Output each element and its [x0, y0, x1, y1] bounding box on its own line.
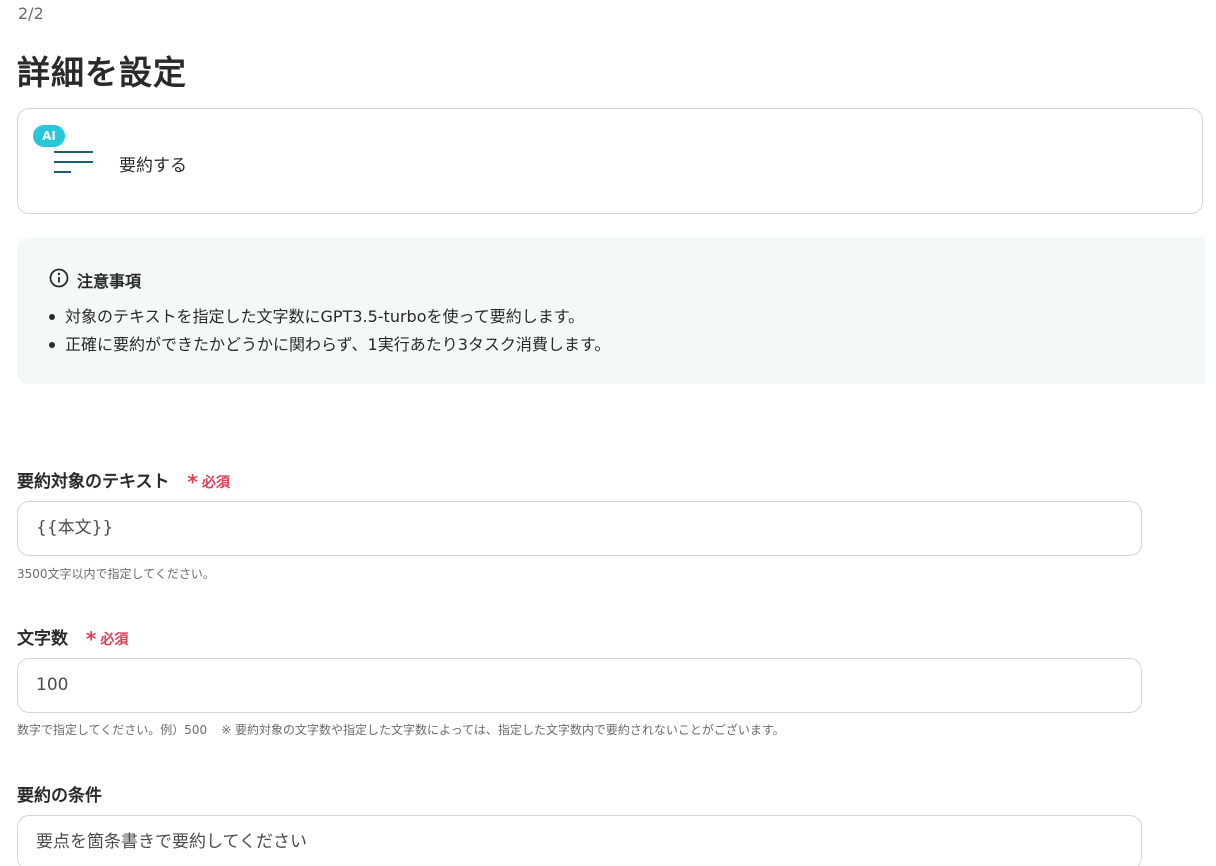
- required-badge: * 必須: [86, 627, 128, 651]
- conditions-label: 要約の条件: [17, 781, 102, 806]
- target-text-input[interactable]: {{本文}}: [17, 501, 1142, 556]
- conditions-input[interactable]: 要点を箇条書きで要約してください: [17, 815, 1142, 866]
- action-card[interactable]: AI 要約する: [17, 108, 1203, 214]
- ai-badge: AI: [33, 125, 65, 147]
- char-count-help: 数字で指定してください。例）500 ※ 要約対象の文字数や指定した文字数によっては…: [17, 721, 785, 738]
- target-text-help: 3500文字以内で指定してください。: [17, 567, 215, 581]
- action-label: 要約する: [119, 156, 187, 176]
- char-count-label: 文字数 * 必須: [17, 624, 128, 651]
- required-star-icon: *: [187, 470, 198, 494]
- notice-item: 正確に要約ができたかどうかに関わらず、1実行あたり3タスク消費します。: [47, 331, 610, 359]
- page: 2/2 詳細を設定 AI 要約する 注意事項 対象のテキストを指定した文字数にG…: [0, 0, 1216, 866]
- target-text-label-text: 要約対象のテキスト: [17, 472, 170, 492]
- char-count-label-text: 文字数: [17, 629, 68, 649]
- char-count-input[interactable]: 100: [17, 658, 1142, 713]
- page-title: 詳細を設定: [17, 53, 187, 92]
- required-text: 必須: [100, 632, 129, 648]
- bullet: [49, 314, 55, 320]
- conditions-label-text: 要約の条件: [17, 786, 102, 806]
- char-count-help-example: 数字で指定してください。例）500: [17, 723, 208, 737]
- char-count-help-note: ※ 要約対象の文字数や指定した文字数によっては、指定した文字数内で要約されないこ…: [221, 723, 785, 737]
- info-circle-icon: [49, 268, 69, 288]
- required-star-icon: *: [85, 627, 97, 651]
- required-badge: * 必須: [187, 470, 229, 494]
- notice-item-text: 対象のテキストを指定した文字数にGPT3.5-turboを使って要約します。: [65, 307, 585, 326]
- required-text: 必須: [201, 475, 230, 491]
- step-indicator: 2/2: [18, 4, 44, 23]
- target-text-label: 要約対象のテキスト * 必須: [17, 467, 230, 494]
- notice-title: 注意事項: [77, 272, 142, 291]
- bullet: [49, 342, 55, 348]
- summary-lines-icon: [54, 151, 93, 173]
- notice-item: 対象のテキストを指定した文字数にGPT3.5-turboを使って要約します。: [47, 303, 610, 331]
- notice-item-text: 正確に要約ができたかどうかに関わらず、1実行あたり3タスク消費します。: [65, 335, 611, 354]
- notice-box: 注意事項 対象のテキストを指定した文字数にGPT3.5-turboを使って要約し…: [17, 237, 1205, 384]
- notice-list: 対象のテキストを指定した文字数にGPT3.5-turboを使って要約します。 正…: [47, 303, 610, 359]
